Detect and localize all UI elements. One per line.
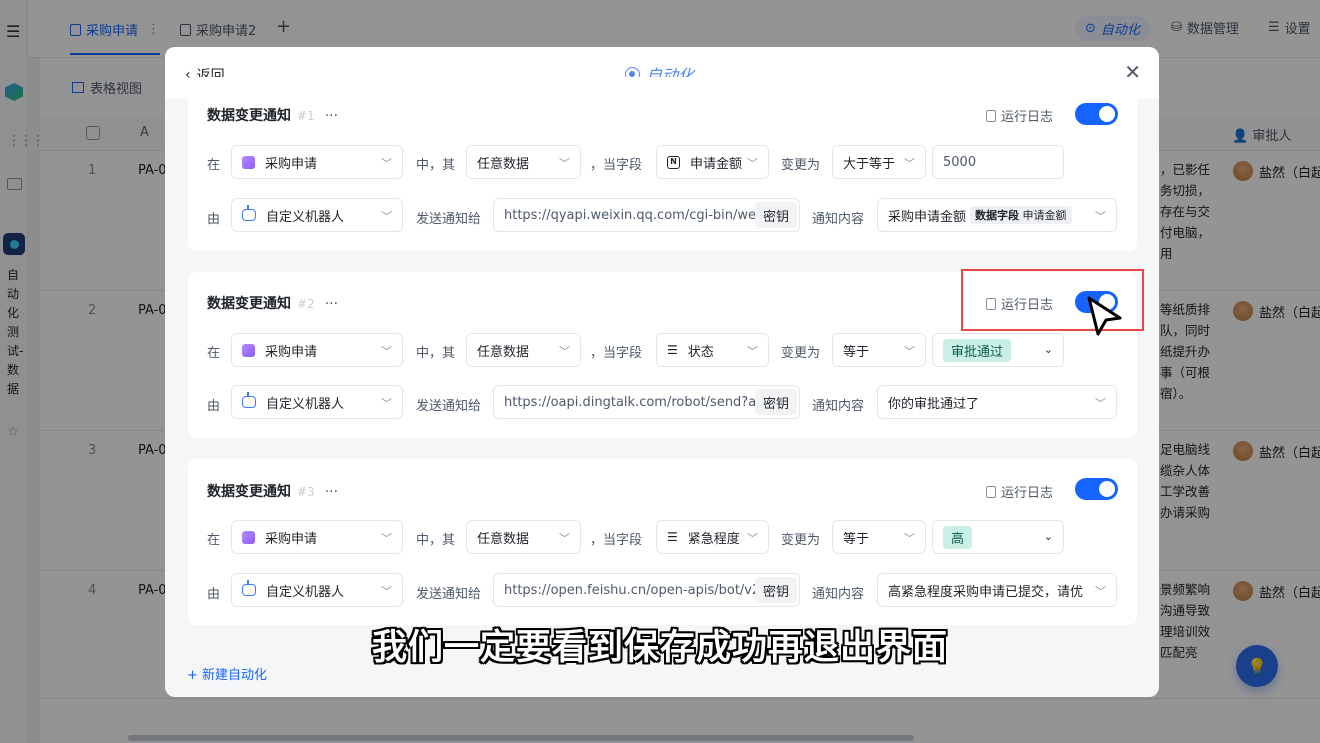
number-field-icon: N (667, 155, 680, 169)
priority-badge: 高 (943, 525, 973, 549)
mouse-cursor-icon (1087, 296, 1122, 336)
more-icon[interactable]: ··· (325, 484, 338, 500)
enable-toggle[interactable] (1075, 103, 1118, 125)
status-badge: 审批通过 (943, 338, 1012, 362)
content-select[interactable]: 你的审批通过了 ﹀ (877, 385, 1117, 419)
sender-select[interactable]: 自定义机器人 ﹀ (231, 573, 403, 607)
scope-select[interactable]: 任意数据 ﹀ (466, 520, 581, 554)
chevron-down-icon: ﹀ (1095, 210, 1106, 223)
clipboard-icon (986, 485, 996, 498)
chevron-down-icon: ﹀ (747, 345, 758, 358)
chevron-down-icon: ﹀ (381, 397, 392, 410)
field-select[interactable]: ☰ 紧急程度 ﹀ (656, 520, 769, 554)
when-field-label: ，当字段 (590, 346, 643, 361)
chevron-down-icon: ⌄ (1043, 343, 1053, 356)
secret-key-button[interactable]: 密钥 (754, 389, 797, 415)
table-select[interactable]: 采购申请 ﹀ (231, 520, 403, 554)
chevron-down-icon: ﹀ (747, 532, 758, 545)
card-title: 数据变更通知 #2 ··· (207, 296, 339, 312)
table-select[interactable]: 采购申请 ﹀ (231, 145, 403, 179)
chevron-down-icon: ﹀ (381, 585, 392, 598)
in-label: 在 (207, 533, 221, 548)
chevron-down-icon: ﹀ (559, 532, 570, 545)
content-select[interactable]: 高紧急程度采购申请已提交，请优 ﹀ (877, 573, 1117, 607)
operator-select[interactable]: 大于等于 ﹀ (832, 145, 926, 179)
webhook-url-input[interactable]: https://open.feishu.cn/open-apis/bot/v2/… (493, 573, 800, 607)
chevron-down-icon: ﹀ (1095, 397, 1106, 410)
by-label: 由 (207, 399, 221, 414)
of-label: 中，其 (416, 158, 456, 173)
value-select[interactable]: 高 ⌄ (932, 520, 1064, 554)
robot-icon (242, 205, 256, 221)
form-icon (242, 530, 255, 544)
operator-select[interactable]: 等于 ﹀ (832, 333, 926, 367)
scope-select[interactable]: 任意数据 ﹀ (466, 145, 581, 179)
form-icon (242, 155, 255, 169)
list-icon: ☰ (667, 530, 678, 544)
chevron-down-icon: ﹀ (381, 157, 392, 170)
by-label: 由 (207, 587, 221, 602)
when-field-label: ，当字段 (590, 158, 643, 173)
change-to-label: 变更为 (781, 346, 821, 361)
form-icon (242, 343, 255, 357)
of-label: 中，其 (416, 533, 456, 548)
send-to-label: 发送通知给 (416, 587, 482, 602)
run-log-button[interactable]: 运行日志 (986, 482, 1053, 501)
secret-key-button[interactable]: 密钥 (754, 577, 797, 603)
sender-select[interactable]: 自定义机器人 ﹀ (231, 198, 403, 232)
by-label: 由 (207, 212, 221, 227)
field-chip: 数据字段 申请金额 (970, 206, 1072, 224)
chevron-down-icon: ﹀ (381, 345, 392, 358)
value-input[interactable]: 5000 (932, 145, 1064, 179)
robot-icon (242, 580, 256, 596)
of-label: 中，其 (416, 346, 456, 361)
automation-card-1: 数据变更通知 #1 ··· 运行日志 在 采购申请 ﹀ 中，其 任意数据 ﹀ ，当字段 … (188, 77, 1137, 251)
webhook-url-input[interactable]: https://oapi.dingtalk.com/robot/send?ac 密… (493, 385, 800, 419)
robot-icon (242, 392, 256, 408)
automation-dialog: ‹ 返回 自动化 ✕ 数据变更通知 #1 ··· 运行日志 在 采购申请 ﹀ 中，其 … (165, 47, 1159, 697)
when-field-label: ，当字段 (590, 533, 643, 548)
chevron-down-icon: ﹀ (559, 345, 570, 358)
content-label: 通知内容 (812, 212, 865, 227)
field-select[interactable]: N 申请金额 ﹀ (656, 145, 769, 179)
chevron-down-icon: ﹀ (559, 157, 570, 170)
more-icon[interactable]: ··· (325, 108, 338, 124)
operator-select[interactable]: 等于 ﹀ (832, 520, 926, 554)
change-to-label: 变更为 (781, 533, 821, 548)
value-select[interactable]: 审批通过 ⌄ (932, 333, 1064, 367)
content-label: 通知内容 (812, 399, 865, 414)
clipboard-icon (986, 109, 996, 122)
chevron-down-icon: ﹀ (381, 532, 392, 545)
card-title: 数据变更通知 #3 ··· (207, 484, 339, 500)
enable-toggle[interactable] (1075, 478, 1118, 500)
chevron-down-icon: ﹀ (747, 157, 758, 170)
chevron-down-icon: ﹀ (904, 157, 915, 170)
in-label: 在 (207, 346, 221, 361)
more-icon[interactable]: ··· (325, 296, 338, 312)
send-to-label: 发送通知给 (416, 212, 482, 227)
secret-key-button[interactable]: 密钥 (754, 202, 797, 228)
chevron-down-icon: ﹀ (904, 532, 915, 545)
webhook-url-input[interactable]: https://qyapi.weixin.qq.com/cgi-bin/web 密… (493, 198, 800, 232)
sender-select[interactable]: 自定义机器人 ﹀ (231, 385, 403, 419)
field-select[interactable]: ☰ 状态 ﹀ (656, 333, 769, 367)
content-label: 通知内容 (812, 587, 865, 602)
list-icon: ☰ (667, 343, 678, 357)
chevron-down-icon: ﹀ (381, 210, 392, 223)
card-title: 数据变更通知 #1 ··· (207, 108, 339, 124)
send-to-label: 发送通知给 (416, 399, 482, 414)
run-log-button[interactable]: 运行日志 (986, 106, 1053, 125)
scope-select[interactable]: 任意数据 ﹀ (466, 333, 581, 367)
chevron-down-icon: ﹀ (1095, 585, 1106, 598)
table-select[interactable]: 采购申请 ﹀ (231, 333, 403, 367)
chevron-down-icon: ⌄ (1043, 530, 1053, 543)
automation-card-3: 数据变更通知 #3 ··· 运行日志 在 采购申请 ﹀ 中，其 任意数据 ﹀ ，当字段 … (188, 459, 1137, 625)
in-label: 在 (207, 158, 221, 173)
chevron-down-icon: ﹀ (904, 345, 915, 358)
change-to-label: 变更为 (781, 158, 821, 173)
video-subtitle: 我们一定要看到保存成功再退出界面 (371, 628, 948, 668)
content-select[interactable]: 采购申请金额 数据字段 申请金额 ﹀ (877, 198, 1117, 232)
